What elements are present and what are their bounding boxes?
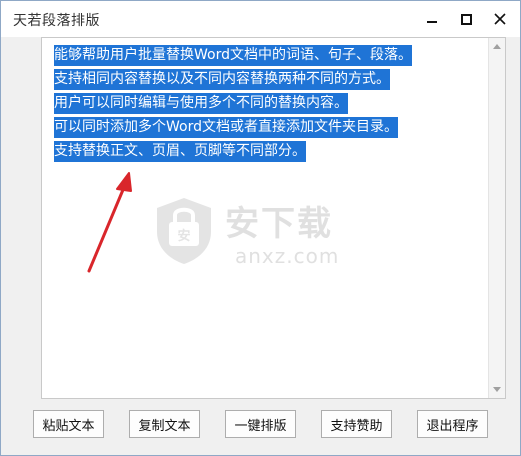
selected-text: 用户可以同时编辑与使用多个不同的替换内容。 (54, 93, 348, 114)
maximize-icon (460, 13, 472, 25)
support-donate-button[interactable]: 支持赞助 (321, 410, 392, 438)
svg-text:安: 安 (177, 228, 190, 244)
scroll-up-icon[interactable] (493, 44, 501, 49)
maximize-button[interactable] (449, 1, 483, 37)
watermark-en: anxz.com (235, 244, 340, 268)
editor-text[interactable]: 能够帮助用户批量替换Word文档中的词语、句子、段落。 支持相同内容替换以及不同… (54, 43, 474, 163)
scroll-down-icon[interactable] (493, 387, 501, 392)
selected-text: 能够帮助用户批量替换Word文档中的词语、句子、段落。 (54, 45, 412, 66)
exit-program-button[interactable]: 退出程序 (417, 410, 488, 438)
close-button[interactable] (483, 1, 517, 37)
close-icon (494, 13, 506, 25)
app-window: 天若段落排版 能够帮助用户批量替换Word文档中的词语、句子、段落。 支持相同内… (0, 0, 521, 456)
editor-line[interactable]: 可以同时添加多个Word文档或者直接添加文件夹目录。 (54, 115, 474, 139)
editor-line[interactable]: 支持替换正文、页眉、页脚等不同部分。 (54, 139, 474, 163)
editor-line[interactable]: 用户可以同时编辑与使用多个不同的替换内容。 (54, 91, 474, 115)
editor-line[interactable]: 能够帮助用户批量替换Word文档中的词语、句子、段落。 (54, 43, 474, 67)
selected-text: 支持相同内容替换以及不同内容替换两种不同的方式。 (54, 69, 390, 90)
window-title: 天若段落排版 (13, 13, 100, 29)
editor-line[interactable]: 支持相同内容替换以及不同内容替换两种不同的方式。 (54, 67, 474, 91)
watermark-cn: 安下载 (225, 204, 333, 244)
vertical-scrollbar[interactable] (488, 38, 505, 398)
watermark: 安 安下载 anxz.com (153, 196, 373, 276)
selected-text: 可以同时添加多个Word文档或者直接添加文件夹目录。 (54, 117, 398, 138)
minimize-button[interactable] (415, 1, 449, 37)
one-click-format-button[interactable]: 一键排版 (225, 410, 296, 438)
paste-text-button[interactable]: 粘贴文本 (33, 410, 104, 438)
title-bar[interactable]: 天若段落排版 (1, 1, 520, 37)
action-bar: 粘贴文本 复制文本 一键排版 支持赞助 退出程序 (1, 410, 520, 440)
minimize-icon (427, 21, 437, 23)
selected-text: 支持替换正文、页眉、页脚等不同部分。 (54, 141, 306, 162)
copy-text-button[interactable]: 复制文本 (129, 410, 200, 438)
shield-lock-icon: 安 (157, 198, 211, 264)
